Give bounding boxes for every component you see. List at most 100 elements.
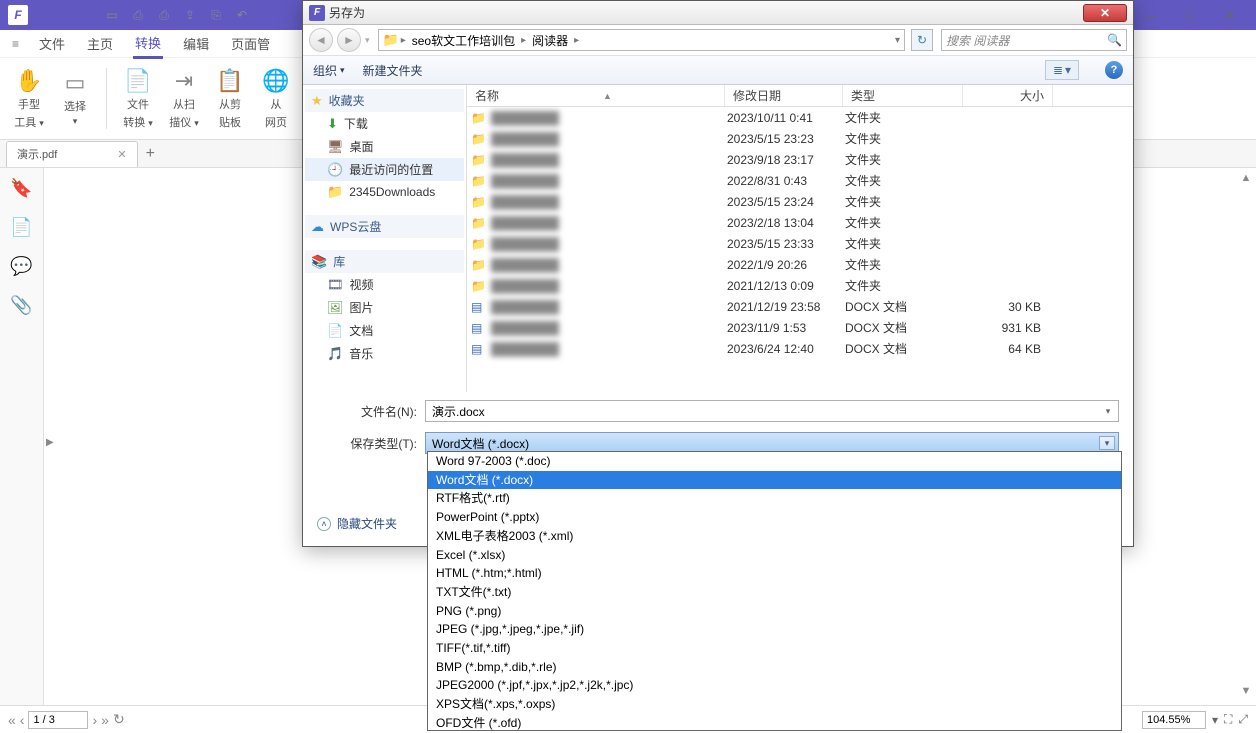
zoom-input[interactable] bbox=[1142, 711, 1206, 729]
fullscreen-icon[interactable]: ⛶ bbox=[1224, 712, 1232, 727]
menu-file[interactable]: 文件 bbox=[37, 30, 67, 57]
tree-downloads[interactable]: ⬇下载 bbox=[305, 112, 464, 135]
menu-home[interactable]: 主页 bbox=[85, 30, 115, 57]
add-tab-button[interactable]: + bbox=[146, 145, 155, 163]
newdoc-icon[interactable]: ⎘ bbox=[206, 5, 226, 25]
print-icon[interactable]: ⎙ bbox=[154, 5, 174, 25]
fit-icon[interactable]: ⤢ bbox=[1238, 712, 1248, 727]
tree-wps-cloud[interactable]: ☁WPS云盘 bbox=[305, 215, 464, 238]
filetype-option[interactable]: BMP (*.bmp,*.dib,*.rle) bbox=[428, 658, 1121, 677]
filetype-option[interactable]: TXT文件(*.txt) bbox=[428, 583, 1121, 602]
scroll-up-icon[interactable]: ▲ bbox=[1238, 172, 1254, 188]
bookmark-icon[interactable]: 🔖 bbox=[10, 178, 32, 199]
breadcrumb-item[interactable]: 阅读器 bbox=[528, 32, 572, 49]
scroll-down-icon[interactable]: ▼ bbox=[1238, 685, 1254, 701]
hide-folders-toggle[interactable]: ˄ 隐藏文件夹 bbox=[317, 515, 397, 532]
undo-icon[interactable]: ↶ bbox=[232, 5, 252, 25]
menu-convert[interactable]: 转换 bbox=[133, 29, 163, 59]
new-folder-button[interactable]: 新建文件夹 bbox=[363, 62, 423, 79]
help-button[interactable]: ? bbox=[1105, 61, 1123, 79]
tree-library[interactable]: 📚库 bbox=[305, 250, 464, 273]
refresh-button[interactable]: ↻ bbox=[911, 29, 933, 51]
filetype-option[interactable]: RTF格式(*.rtf) bbox=[428, 489, 1121, 508]
filetype-option[interactable]: PNG (*.png) bbox=[428, 602, 1121, 621]
filetype-option[interactable]: Excel (*.xlsx) bbox=[428, 546, 1121, 565]
filetype-option[interactable]: XML电子表格2003 (*.xml) bbox=[428, 527, 1121, 546]
list-row[interactable]: 📁████████2023/2/18 13:04文件夹 bbox=[467, 212, 1133, 233]
filetype-option[interactable]: JPEG (*.jpg,*.jpeg,*.jpe,*.jif) bbox=[428, 620, 1121, 639]
filetype-option[interactable]: PowerPoint (*.pptx) bbox=[428, 508, 1121, 527]
filetype-option[interactable]: HTML (*.htm;*.html) bbox=[428, 564, 1121, 583]
col-date[interactable]: 修改日期 bbox=[725, 85, 843, 106]
attach-icon[interactable]: 📎 bbox=[10, 295, 32, 316]
prev-page-icon[interactable]: ‹ bbox=[20, 712, 25, 728]
list-row[interactable]: ▤████████2023/6/24 12:40DOCX 文档64 KB bbox=[467, 338, 1133, 359]
list-row[interactable]: 📁████████2023/5/15 23:24文件夹 bbox=[467, 191, 1133, 212]
tree-music[interactable]: 🎵音乐 bbox=[305, 342, 464, 365]
save-icon[interactable]: ⎙ bbox=[128, 5, 148, 25]
tool-clipboard[interactable]: 📋从剪贴板 bbox=[209, 62, 251, 135]
tree-2345downloads[interactable]: 📁2345Downloads bbox=[305, 181, 464, 203]
close-button[interactable]: ✕ bbox=[1216, 5, 1244, 25]
list-row[interactable]: 📁████████2023/10/11 0:41文件夹 bbox=[467, 107, 1133, 128]
filetype-option[interactable]: Word 97-2003 (*.doc) bbox=[428, 452, 1121, 471]
filetype-option[interactable]: XPS文档(*.xps,*.oxps) bbox=[428, 695, 1121, 714]
filename-drop-icon[interactable]: ▾ bbox=[1099, 401, 1117, 421]
hamburger-icon[interactable]: ≡ bbox=[12, 37, 19, 51]
list-row[interactable]: ▤████████2023/11/9 1:53DOCX 文档931 KB bbox=[467, 317, 1133, 338]
tool-select[interactable]: ▭选择▾ bbox=[54, 62, 96, 135]
next-page-icon[interactable]: › bbox=[92, 712, 97, 728]
view-mode-button[interactable]: ≣ ▾ bbox=[1045, 60, 1079, 80]
pages-icon[interactable]: 📄 bbox=[10, 217, 32, 238]
export-icon[interactable]: ⇪ bbox=[180, 5, 200, 25]
list-row[interactable]: 📁████████2021/12/13 0:09文件夹 bbox=[467, 275, 1133, 296]
zoom-drop-icon[interactable]: ▾ bbox=[1212, 713, 1218, 727]
nav-back-button[interactable]: ◄ bbox=[309, 28, 333, 52]
nav-history-drop-icon[interactable]: ▾ bbox=[365, 35, 370, 46]
folder-tree[interactable]: ★收藏夹 ⬇下载 🖥桌面 🕘最近访问的位置 📁2345Downloads ☁WP… bbox=[303, 85, 467, 392]
filetype-option[interactable]: TIFF(*.tif,*.tiff) bbox=[428, 639, 1121, 658]
minimize-button[interactable]: — bbox=[1136, 5, 1164, 25]
search-icon[interactable]: 🔍 bbox=[1107, 33, 1122, 47]
filetype-dropdown-list[interactable]: Word 97-2003 (*.doc)Word文档 (*.docx)RTF格式… bbox=[427, 451, 1122, 731]
search-input[interactable]: 搜索 阅读器 🔍 bbox=[941, 29, 1127, 51]
select-drop-icon[interactable]: ▾ bbox=[1099, 436, 1115, 450]
list-row[interactable]: 📁████████2023/5/15 23:33文件夹 bbox=[467, 233, 1133, 254]
col-type[interactable]: 类型 bbox=[843, 85, 963, 106]
close-tab-icon[interactable]: ✕ bbox=[117, 148, 126, 161]
list-row[interactable]: ▤████████2021/12/19 23:58DOCX 文档30 KB bbox=[467, 296, 1133, 317]
breadcrumb-drop-icon[interactable]: ▾ bbox=[895, 35, 900, 46]
col-size[interactable]: 大小 bbox=[963, 85, 1053, 106]
menu-page[interactable]: 页面管 bbox=[229, 30, 272, 57]
tree-favorites[interactable]: ★收藏夹 bbox=[305, 89, 464, 112]
first-page-icon[interactable]: « bbox=[8, 712, 16, 728]
filename-input[interactable] bbox=[425, 400, 1119, 422]
dialog-close-button[interactable]: ✕ bbox=[1083, 4, 1127, 22]
tree-video[interactable]: 🎞视频 bbox=[305, 273, 464, 296]
organize-button[interactable]: 组织 ▾ bbox=[313, 62, 345, 79]
breadcrumb-item[interactable]: seo软文工作培训包 bbox=[408, 32, 519, 49]
list-row[interactable]: 📁████████2023/5/15 23:23文件夹 bbox=[467, 128, 1133, 149]
tree-pictures[interactable]: 🖼图片 bbox=[305, 296, 464, 319]
filetype-option[interactable]: Word文档 (*.docx) bbox=[428, 471, 1121, 490]
tool-file-convert[interactable]: 📄文件转换 ▾ bbox=[117, 62, 159, 135]
right-scrollbar[interactable]: ▲ ▼ bbox=[1238, 168, 1254, 705]
reload-icon[interactable]: ↻ bbox=[113, 711, 125, 728]
maximize-button[interactable]: □ bbox=[1176, 5, 1204, 25]
tool-hand[interactable]: ✋手型工具 ▾ bbox=[8, 62, 50, 135]
open-icon[interactable]: ▭ bbox=[102, 5, 122, 25]
tree-documents[interactable]: 📄文档 bbox=[305, 319, 464, 342]
list-header[interactable]: 名称▲ 修改日期 类型 大小 bbox=[467, 85, 1133, 107]
expand-sidebar-icon[interactable]: ▶ bbox=[46, 437, 54, 448]
tool-web[interactable]: 🌐从网页 bbox=[255, 62, 297, 135]
nav-forward-button[interactable]: ► bbox=[337, 28, 361, 52]
list-row[interactable]: 📁████████2023/9/18 23:17文件夹 bbox=[467, 149, 1133, 170]
document-tab[interactable]: 演示.pdf ✕ bbox=[6, 141, 138, 167]
page-input[interactable] bbox=[28, 711, 88, 729]
filetype-option[interactable]: JPEG2000 (*.jpf,*.jpx,*.jp2,*.j2k,*.jpc) bbox=[428, 676, 1121, 695]
tree-desktop[interactable]: 🖥桌面 bbox=[305, 135, 464, 158]
list-row[interactable]: 📁████████2022/8/31 0:43文件夹 bbox=[467, 170, 1133, 191]
last-page-icon[interactable]: » bbox=[101, 712, 109, 728]
col-name[interactable]: 名称▲ bbox=[467, 85, 725, 106]
tool-scan[interactable]: ⇥从扫描仪 ▾ bbox=[163, 62, 205, 135]
